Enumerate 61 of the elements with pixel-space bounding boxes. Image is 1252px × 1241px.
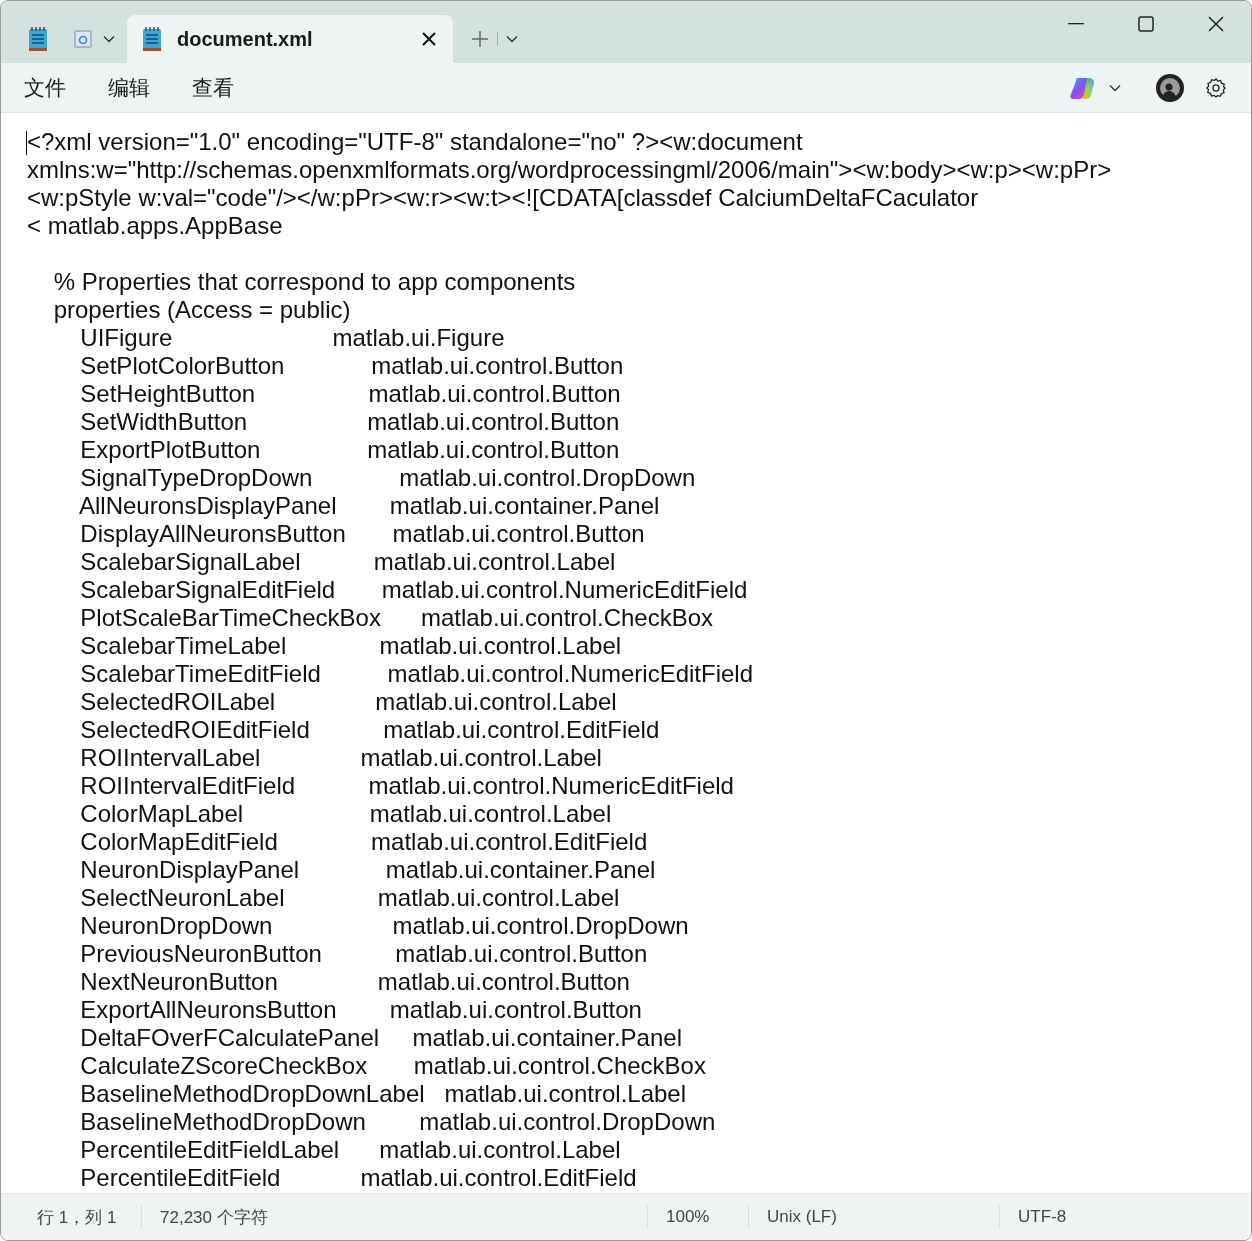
code-line: PercentileEditField matlab.ui.control.EditField — [79, 1164, 637, 1192]
text-cursor — [26, 131, 27, 155]
chevron-down-icon[interactable] — [103, 35, 115, 43]
code-line: ScalebarTimeEditField matlab.ui.control.NumericEditField — [79, 660, 754, 688]
code-line: properties (Access = public) — [52, 296, 351, 324]
close-icon[interactable] — [421, 31, 437, 47]
minimize-icon[interactable] — [1068, 23, 1084, 25]
maximize-icon[interactable] — [1138, 16, 1154, 32]
code-line: PreviousNeuronButton matlab.ui.control.Button — [79, 940, 648, 968]
code-line: ScalebarSignalLabel matlab.ui.control.Label — [79, 548, 616, 576]
plus-icon[interactable] — [471, 30, 489, 48]
code-line: <w:pStyle w:val="code"/></w:pPr><w:r><w:t><![CDATA[classdef CalciumDeltaFCaculator — [27, 184, 979, 212]
code-line: NeuronDropDown matlab.ui.control.DropDown — [79, 912, 689, 940]
code-line: <?xml version="1.0" encoding="UTF-8" standalone="no" ?><w:document — [27, 128, 803, 156]
notepad-icon — [27, 26, 49, 52]
chevron-down-icon[interactable] — [506, 35, 518, 43]
code-line: SetWidthButton matlab.ui.control.Button — [79, 408, 620, 436]
copilot-logo-icon[interactable] — [1069, 75, 1095, 100]
notepad-icon — [141, 26, 163, 52]
code-line: ColorMapEditField matlab.ui.control.EditField — [79, 828, 648, 856]
code-line: AllNeuronsDisplayPanel matlab.ui.container.Panel — [78, 492, 660, 520]
close-icon[interactable] — [1208, 16, 1224, 32]
code-line: SignalTypeDropDown matlab.ui.control.DropDown — [79, 464, 696, 492]
code-line: CalculateZScoreCheckBox matlab.ui.control.CheckBox — [79, 1052, 706, 1080]
code-line: ScalebarSignalEditField matlab.ui.control.NumericEditField — [79, 576, 748, 604]
cursor-position: 行 1，列 1 — [36, 1207, 118, 1227]
code-line: SelectedROILabel matlab.ui.control.Label — [79, 688, 617, 716]
code-line: ROIIntervalLabel matlab.ui.control.Label — [79, 744, 602, 772]
avatar-icon[interactable] — [1155, 72, 1185, 103]
code-line: ExportPlotButton matlab.ui.control.Button — [79, 436, 620, 464]
document-tab[interactable]: document.xml — [127, 15, 453, 63]
code-line: SelectedROIEditField matlab.ui.control.EditField — [79, 716, 660, 744]
code-line: SetPlotColorButton matlab.ui.control.Button — [79, 352, 624, 380]
zoom-level: 100% — [665, 1207, 711, 1226]
code-line: ExportAllNeuronsButton matlab.ui.control.Button — [79, 996, 642, 1024]
code-line: ColorMapLabel matlab.ui.control.Label — [79, 800, 612, 828]
code-line: xmlns:w="http://schemas.openxmlformats.org/wordprocessingml/2006/main"><w:body><w:p><w:pPr> — [27, 156, 1112, 184]
character-count: 72,230 个字符 — [159, 1207, 269, 1227]
code-line: ScalebarTimeLabel matlab.ui.control.Label — [79, 632, 622, 660]
code-line: PlotScaleBarTimeCheckBox matlab.ui.control.CheckBox — [79, 604, 714, 632]
menu-item[interactable]: 查看 — [171, 67, 255, 108]
line-ending: Unix (LF) — [766, 1207, 838, 1226]
code-line: DeltaFOverFCalculatePanel matlab.ui.container.Panel — [79, 1024, 682, 1052]
code-line: BaselineMethodDropDownLabel matlab.ui.control.Label — [79, 1080, 687, 1108]
code-line: SetHeightButton matlab.ui.control.Button — [79, 380, 621, 408]
code-line: SelectNeuronLabel matlab.ui.control.Label — [79, 884, 620, 912]
menu-item[interactable]: 文件 — [3, 67, 87, 108]
encoding: UTF-8 — [1017, 1207, 1068, 1226]
code-line: BaselineMethodDropDown matlab.ui.control.DropDown — [79, 1108, 716, 1136]
code-line: DisplayAllNeuronsButton matlab.ui.control.Button — [79, 520, 645, 548]
code-line: < matlab.apps.AppBase — [27, 212, 283, 240]
code-line: NeuronDisplayPanel matlab.ui.container.Panel — [79, 856, 656, 884]
code-line: NextNeuronButton matlab.ui.control.Button — [79, 968, 630, 996]
code-line: PercentileEditFieldLabel matlab.ui.control.Label — [79, 1136, 621, 1164]
chevron-down-icon[interactable] — [1109, 83, 1121, 92]
code-line: % Properties that correspond to app components — [52, 268, 576, 296]
code-line: ROIIntervalEditField matlab.ui.control.NumericEditField — [79, 772, 734, 800]
menu-item[interactable]: 编辑 — [87, 67, 171, 108]
document-icon — [73, 29, 93, 49]
settings-icon[interactable] — [1205, 76, 1227, 99]
code-line: UIFigure matlab.ui.Figure — [79, 324, 505, 352]
